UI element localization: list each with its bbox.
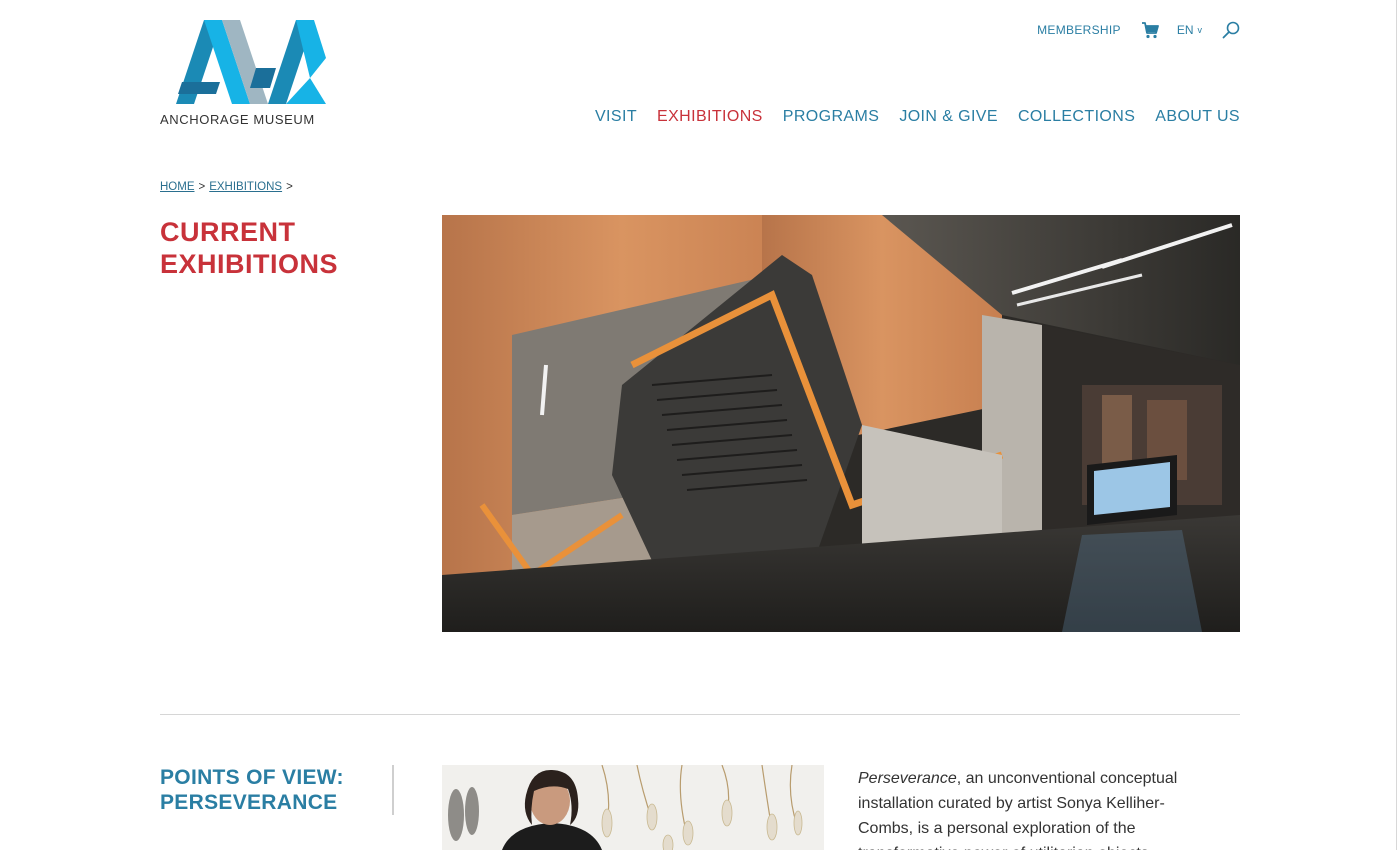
exhibition-title[interactable]: POINTS OF VIEW: PERSEVERANCE: [160, 765, 385, 815]
utility-nav: MEMBERSHIP EN v: [1037, 18, 1240, 42]
museum-logo[interactable]: ANCHORAGE MUSEUM: [160, 18, 342, 130]
exhibition-image[interactable]: [442, 765, 824, 850]
hero-image: [442, 215, 1240, 632]
nav-item-programs[interactable]: PROGRAMS: [783, 108, 880, 126]
nav-item-collections[interactable]: COLLECTIONS: [1018, 108, 1135, 126]
section-divider: [160, 714, 1240, 715]
exhibition-description-italic: Perseverance: [858, 770, 957, 787]
language-label: EN: [1176, 23, 1194, 37]
exhibition-title-rule: [392, 765, 394, 815]
page-scrollbar[interactable]: [1396, 0, 1400, 850]
exhibition-title-line1: POINTS OF VIEW:: [160, 766, 344, 789]
page-title-line2: EXHIBITIONS: [160, 249, 339, 279]
breadcrumb-home[interactable]: HOME: [160, 181, 195, 193]
breadcrumb-separator: >: [198, 181, 206, 193]
museum-logo-mark-icon: [176, 20, 326, 104]
nav-item-visit[interactable]: VISIT: [595, 108, 637, 126]
page-title-line1: CURRENT: [160, 217, 296, 247]
breadcrumb: HOME > EXHIBITIONS >: [160, 181, 293, 193]
main-nav: VISIT EXHIBITIONS PROGRAMS JOIN & GIVE C…: [595, 108, 1240, 126]
nav-item-join-give[interactable]: JOIN & GIVE: [899, 108, 998, 126]
shopping-cart-icon[interactable]: [1141, 21, 1159, 39]
breadcrumb-separator: >: [286, 181, 293, 193]
nav-item-exhibitions[interactable]: EXHIBITIONS: [657, 108, 763, 126]
language-selector[interactable]: EN v: [1177, 23, 1202, 37]
membership-link[interactable]: MEMBERSHIP: [1037, 23, 1121, 37]
page-title: CURRENT EXHIBITIONS: [160, 216, 420, 280]
breadcrumb-exhibitions[interactable]: EXHIBITIONS: [209, 181, 282, 193]
museum-logo-text: ANCHORAGE MUSEUM: [160, 112, 315, 127]
exhibition-description: Perseverance, an unconventional conceptu…: [858, 766, 1218, 850]
search-icon[interactable]: [1222, 21, 1240, 39]
nav-item-about-us[interactable]: ABOUT US: [1155, 108, 1240, 126]
exhibition-title-line2: PERSEVERANCE: [160, 791, 338, 814]
chevron-down-icon: v: [1197, 25, 1203, 35]
